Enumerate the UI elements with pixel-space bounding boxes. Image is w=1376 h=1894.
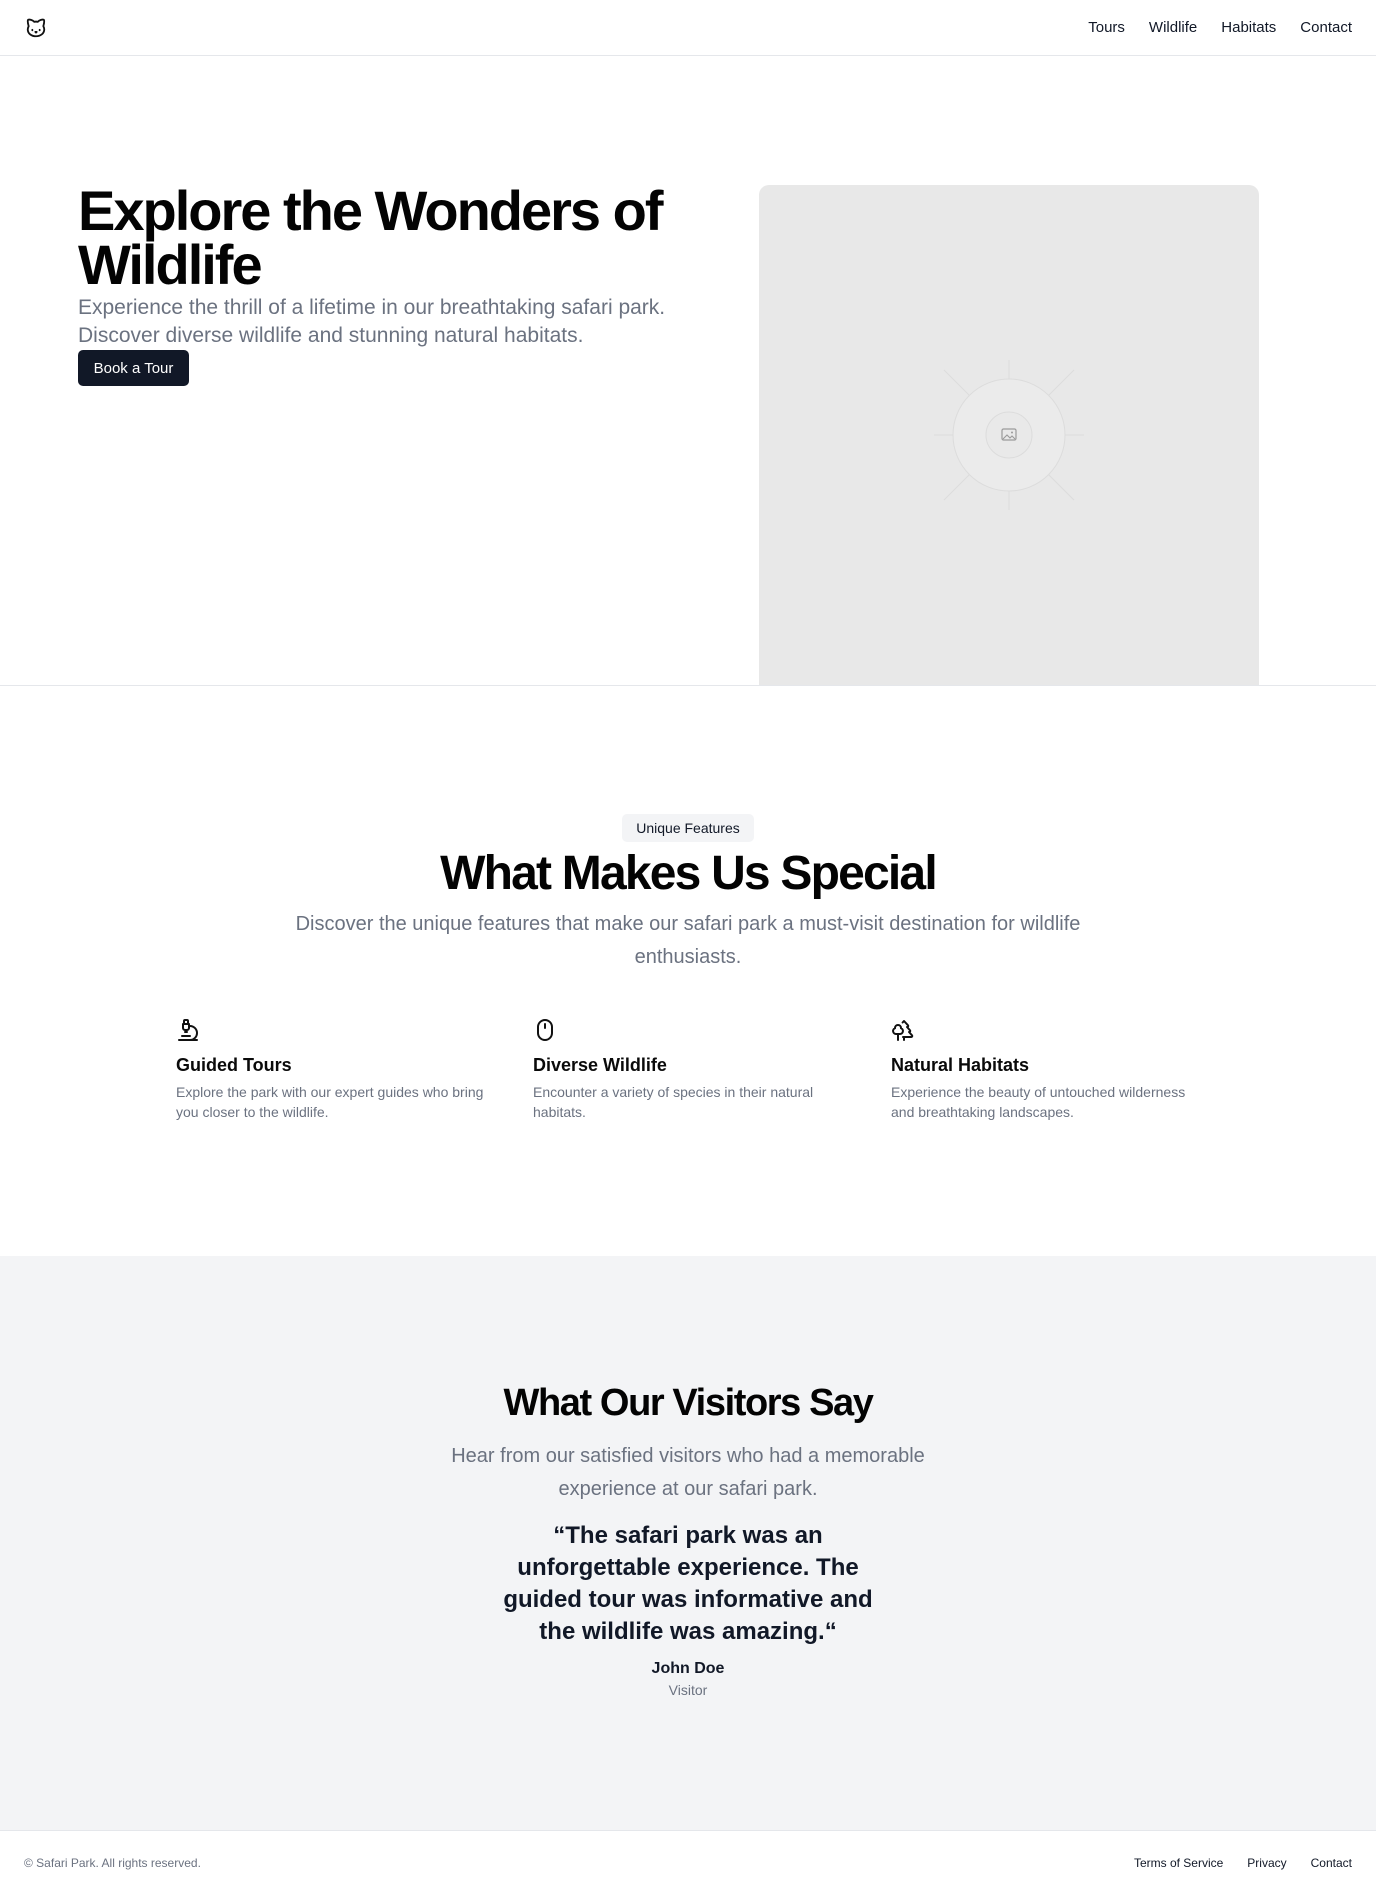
feature-description: Encounter a variety of species in their …: [533, 1084, 814, 1120]
feature-title: Diverse Wildlife: [533, 1055, 667, 1075]
hero-image: [759, 185, 1259, 685]
footer-link-terms[interactable]: Terms of Service: [1134, 1856, 1223, 1870]
microscope-icon: [178, 1019, 198, 1041]
hero-subtitle: Experience the thrill of a lifetime in o…: [78, 296, 666, 347]
copyright-text: © Safari Park. All rights reserved.: [24, 1855, 201, 1870]
features-badge: Unique Features: [622, 814, 754, 842]
testimonials-section: What Our Visitors Say Hear from our sati…: [0, 1256, 1376, 1830]
features-subtitle: Discover the unique features that make o…: [295, 913, 1081, 968]
features-section: Unique Features What Makes Us Special Di…: [0, 686, 1376, 1256]
feature-diverse-wildlife: Diverse Wildlife Encounter a variety of …: [533, 1018, 853, 1122]
book-tour-button[interactable]: Book a Tour: [78, 350, 189, 386]
feature-description: Experience the beauty of untouched wilde…: [891, 1084, 1186, 1120]
footer-link-privacy[interactable]: Privacy: [1247, 1856, 1286, 1870]
trees-icon: [892, 1020, 914, 1041]
nav-tours[interactable]: Tours: [1088, 19, 1125, 36]
feature-description: Explore the park with our expert guides …: [176, 1084, 484, 1120]
main-nav: Tours Wildlife Habitats Contact: [1088, 19, 1352, 36]
site-header: Tours Wildlife Habitats Contact: [0, 0, 1376, 56]
hero-section: Explore the Wonders of Wildlife Experien…: [0, 56, 1376, 686]
hero-title: Explore the Wonders of Wildlife: [78, 179, 663, 296]
nav-contact[interactable]: Contact: [1300, 19, 1352, 36]
feature-title: Natural Habitats: [891, 1055, 1030, 1075]
feature-guided-tours: Guided Tours Explore the park with our e…: [176, 1018, 496, 1122]
features-title: What Makes Us Special: [440, 847, 938, 900]
nav-wildlife[interactable]: Wildlife: [1149, 19, 1197, 36]
logo-link[interactable]: [24, 16, 48, 40]
testimonial-role: Visitor: [668, 1682, 708, 1698]
footer-link-contact[interactable]: Contact: [1311, 1856, 1352, 1870]
testimonial-quote: “The safari park was an unforgettable ex…: [503, 1522, 873, 1645]
cat-icon: [26, 18, 46, 37]
site-footer: © Safari Park. All rights reserved. Term…: [0, 1830, 1376, 1894]
image-placeholder-icon: [934, 360, 1084, 510]
testimonials-subtitle: Hear from our satisfied visitors who had…: [451, 1445, 925, 1500]
feature-title: Guided Tours: [176, 1055, 292, 1075]
mouse-icon: [537, 1019, 553, 1041]
nav-habitats[interactable]: Habitats: [1221, 19, 1276, 36]
feature-natural-habitats: Natural Habitats Experience the beauty o…: [891, 1018, 1211, 1122]
testimonials-title: What Our Visitors Say: [503, 1382, 873, 1424]
testimonial-author: John Doe: [651, 1660, 725, 1677]
footer-nav: Terms of Service Privacy Contact: [1134, 1856, 1352, 1870]
